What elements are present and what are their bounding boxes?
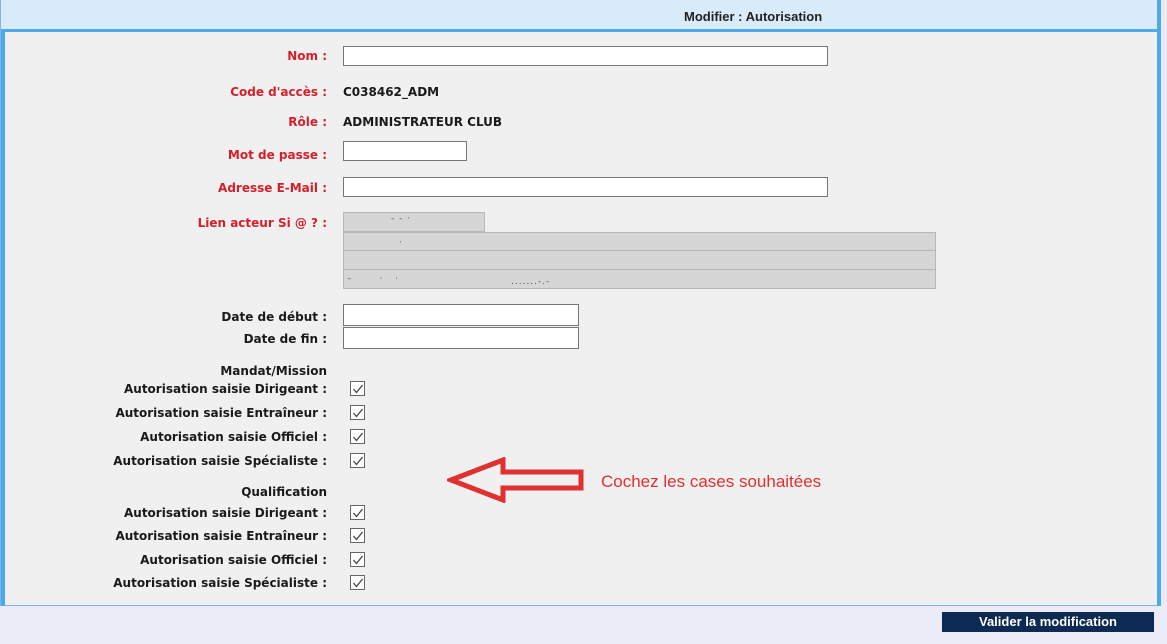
redacted-mark: .......-.- bbox=[511, 277, 551, 287]
qualif-dirigeant-label: Autorisation saisie Dirigeant : bbox=[123, 506, 327, 520]
checkmark-icon bbox=[353, 508, 364, 518]
role-value: ADMINISTRATEUR CLUB bbox=[343, 115, 503, 129]
panel-title: Modifier : Autorisation bbox=[684, 9, 823, 24]
password-label: Mot de passe : bbox=[227, 148, 327, 162]
arrow-left-icon bbox=[447, 457, 584, 503]
lien-acteur-list[interactable] bbox=[343, 232, 936, 289]
mandat-officiel-label: Autorisation saisie Officiel : bbox=[140, 430, 327, 444]
checkmark-icon bbox=[353, 578, 364, 588]
code-acces-value: C038462_ADM bbox=[343, 85, 440, 99]
panel-right-border bbox=[1157, 0, 1161, 606]
qualif-entraineur-label: Autorisation saisie Entraîneur : bbox=[115, 529, 327, 543]
date-fin-input[interactable] bbox=[343, 327, 579, 349]
qualif-officiel-checkbox[interactable] bbox=[350, 552, 365, 567]
mandat-officiel-checkbox[interactable] bbox=[350, 429, 365, 444]
redacted-mark: – · · bbox=[347, 274, 399, 284]
code-acces-label: Code d'accès : bbox=[230, 85, 327, 99]
qualif-specialiste-checkbox[interactable] bbox=[350, 575, 365, 590]
qualif-entraineur-checkbox[interactable] bbox=[350, 528, 365, 543]
lien-acteur-select[interactable] bbox=[343, 212, 485, 232]
checkmark-icon bbox=[353, 531, 364, 541]
mandat-specialiste-checkbox[interactable] bbox=[350, 453, 365, 468]
mandat-entraineur-label: Autorisation saisie Entraîneur : bbox=[115, 406, 327, 420]
password-input[interactable] bbox=[343, 141, 467, 161]
submit-button[interactable]: Valider la modification bbox=[942, 612, 1154, 632]
checkmark-icon bbox=[353, 384, 364, 394]
panel-left-border bbox=[1, 32, 5, 606]
panel-header: Modifier : Autorisation bbox=[1, 0, 1161, 32]
date-fin-label: Date de fin : bbox=[243, 332, 327, 346]
mandat-dirigeant-checkbox[interactable] bbox=[350, 381, 365, 396]
email-input[interactable] bbox=[343, 177, 828, 197]
mandat-section-title: Mandat/Mission bbox=[220, 364, 327, 378]
mandat-dirigeant-label: Autorisation saisie Dirigeant : bbox=[123, 382, 327, 396]
date-debut-label: Date de début : bbox=[221, 310, 327, 324]
annotation-text: Cochez les cases souhaitées bbox=[601, 472, 822, 491]
mandat-specialiste-label: Autorisation saisie Spécialiste : bbox=[113, 454, 327, 468]
role-label: Rôle : bbox=[288, 115, 327, 129]
lien-acteur-label: Lien acteur Si @ ? : bbox=[197, 216, 327, 230]
qualification-section-title: Qualification bbox=[241, 485, 327, 499]
mandat-entraineur-checkbox[interactable] bbox=[350, 405, 365, 420]
qualif-specialiste-label: Autorisation saisie Spécialiste : bbox=[113, 576, 327, 590]
list-divider bbox=[343, 250, 936, 251]
qualif-dirigeant-checkbox[interactable] bbox=[350, 505, 365, 520]
checkmark-icon bbox=[353, 408, 364, 418]
nom-input[interactable] bbox=[343, 46, 828, 66]
date-debut-input[interactable] bbox=[343, 304, 579, 326]
list-divider bbox=[343, 269, 936, 270]
email-label: Adresse E-Mail : bbox=[218, 181, 327, 195]
checkmark-icon bbox=[353, 432, 364, 442]
form-panel: Modifier : Autorisation Nom : Code d'acc… bbox=[0, 0, 1161, 606]
redacted-mark: · bbox=[399, 238, 403, 248]
checkmark-icon bbox=[353, 555, 364, 565]
qualif-officiel-label: Autorisation saisie Officiel : bbox=[140, 553, 327, 567]
redacted-mark: - - · bbox=[391, 214, 412, 224]
nom-label: Nom : bbox=[287, 49, 327, 63]
checkmark-icon bbox=[353, 456, 364, 466]
